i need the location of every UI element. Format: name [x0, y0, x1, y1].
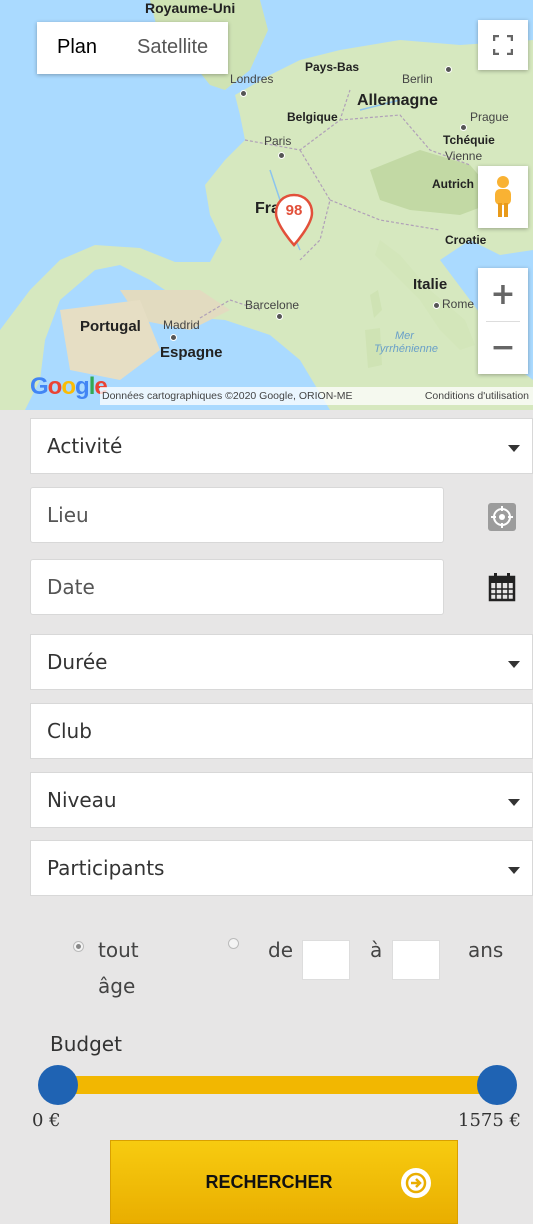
- arrow-right-circle-icon: [401, 1168, 431, 1198]
- street-view-button[interactable]: [478, 166, 528, 228]
- date-placeholder: Date: [47, 575, 95, 599]
- budget-min-value: 0 €: [32, 1110, 61, 1131]
- map-label-pays-bas: Pays-Bas: [305, 60, 360, 74]
- budget-slider-track[interactable]: [58, 1076, 496, 1094]
- map-label-madrid: Madrid: [163, 318, 200, 332]
- map-label-portugal: Portugal: [80, 318, 141, 335]
- radio-age-range[interactable]: [228, 938, 239, 949]
- map-label-barcelone: Barcelone: [245, 298, 300, 312]
- duree-select[interactable]: Durée: [30, 634, 533, 690]
- club-placeholder: Club: [47, 719, 92, 743]
- de-label: de: [268, 938, 293, 962]
- niveau-label: Niveau: [47, 788, 117, 812]
- search-form: Activité Lieu Date Durée Club Niveau Par…: [0, 410, 533, 1224]
- geolocate-button[interactable]: [482, 497, 522, 537]
- city-dot: [445, 66, 452, 73]
- map-label-prague: Prague: [470, 110, 509, 124]
- age-range-row: tout âge de à ans: [0, 928, 533, 1018]
- rechercher-label: RECHERCHER: [205, 1171, 333, 1192]
- ans-label: ans: [468, 938, 504, 962]
- map-attribution-bar: Données cartographiques ©2020 Google, OR…: [100, 387, 533, 405]
- budget-label: Budget: [50, 1032, 122, 1056]
- map-label-royaume-uni: Royaume-Uni: [145, 0, 236, 16]
- radio-tout-age[interactable]: [73, 941, 84, 952]
- crosshair-icon: [488, 503, 516, 531]
- calendar-icon: [488, 573, 516, 602]
- map-label-allemagne: Allemagne: [357, 92, 438, 109]
- tout-label: tout: [98, 938, 139, 962]
- map-type-plan-button[interactable]: Plan: [37, 22, 117, 74]
- location-marker[interactable]: 98: [274, 193, 314, 247]
- map-label-rome: Rome: [442, 297, 475, 311]
- budget-min-handle[interactable]: [38, 1065, 78, 1105]
- map-label-belgique: Belgique: [287, 110, 338, 124]
- age-max-input[interactable]: [392, 940, 440, 980]
- map-label-italie: Italie: [413, 276, 448, 293]
- duree-label: Durée: [47, 650, 108, 674]
- fullscreen-icon: [493, 35, 513, 55]
- city-dot: [240, 90, 247, 97]
- lieu-placeholder: Lieu: [47, 503, 89, 527]
- a-label: à: [370, 938, 383, 962]
- city-dot: [460, 124, 467, 131]
- rechercher-button[interactable]: RECHERCHER: [110, 1140, 458, 1224]
- map-label-espagne: Espagne: [160, 344, 223, 361]
- activite-label: Activité: [47, 434, 123, 458]
- caret-down-icon: [508, 867, 520, 874]
- participants-select[interactable]: Participants: [30, 840, 533, 896]
- zoom-control: + −: [478, 268, 528, 374]
- map-type-satellite-button[interactable]: Satellite: [117, 22, 228, 74]
- city-dot: [170, 334, 177, 341]
- caret-down-icon: [508, 799, 520, 806]
- map-label-tchequie: Tchéquie: [443, 133, 495, 147]
- map-label-mer: Mer: [395, 330, 414, 342]
- city-dot: [276, 313, 283, 320]
- map-terms-link[interactable]: Conditions d'utilisation: [425, 390, 529, 405]
- date-input[interactable]: Date: [30, 559, 444, 615]
- map-label-berlin: Berlin: [402, 72, 433, 86]
- map-label-tyrrhenienne: Tyrrhénienne: [374, 343, 438, 355]
- map-label-vienne: Vienne: [445, 149, 483, 163]
- map-view[interactable]: Royaume-Uni Londres Pays-Bas Berlin Alle…: [0, 0, 533, 410]
- map-label-paris: Paris: [264, 134, 292, 148]
- participants-label: Participants: [47, 856, 165, 880]
- club-input[interactable]: Club: [30, 703, 533, 759]
- activite-select[interactable]: Activité: [30, 418, 533, 474]
- lieu-input[interactable]: Lieu: [30, 487, 444, 543]
- caret-down-icon: [508, 661, 520, 668]
- zoom-in-button[interactable]: +: [478, 268, 528, 321]
- city-dot: [278, 152, 285, 159]
- zoom-out-button[interactable]: −: [478, 321, 528, 374]
- map-label-londres: Londres: [230, 72, 274, 86]
- map-type-control: Plan Satellite: [37, 22, 229, 74]
- marker-count: 98: [285, 202, 303, 219]
- map-attribution: Données cartographiques ©2020 Google, OR…: [102, 390, 353, 402]
- map-label-croatie: Croatie: [445, 233, 487, 247]
- budget-max-handle[interactable]: [477, 1065, 517, 1105]
- pegman-icon: [495, 176, 511, 217]
- calendar-button[interactable]: [482, 567, 522, 607]
- age-label: âge: [98, 974, 136, 998]
- budget-max-value: 1575 €: [458, 1110, 521, 1131]
- city-dot: [433, 302, 440, 309]
- caret-down-icon: [508, 445, 520, 452]
- fullscreen-button[interactable]: [478, 20, 528, 70]
- age-min-input[interactable]: [302, 940, 350, 980]
- map-label-autriche: Autrich: [432, 177, 474, 191]
- google-logo: Google: [30, 373, 108, 400]
- niveau-select[interactable]: Niveau: [30, 772, 533, 828]
